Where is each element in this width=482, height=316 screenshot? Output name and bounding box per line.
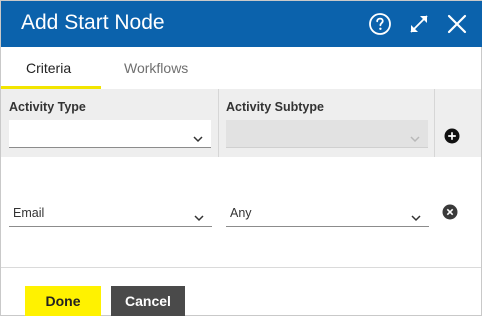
chevron-down-icon [411,209,421,227]
chevron-down-icon [193,130,203,148]
close-icon[interactable] [445,12,469,36]
column-divider [434,89,435,157]
column-divider [218,89,219,157]
dialog-titlebar: Add Start Node [1,1,482,47]
add-row-icon[interactable] [444,128,460,144]
remove-row-icon[interactable] [442,204,458,220]
chevron-down-icon [410,130,420,148]
activity-subtype-select[interactable]: Any [226,199,429,227]
expand-icon[interactable] [407,12,431,36]
new-activity-subtype-select [226,120,428,148]
done-button[interactable]: Done [25,286,101,316]
help-circle-icon[interactable] [368,12,392,36]
add-start-node-dialog: Add Start Node Criteria Workflows Activi… [0,0,482,316]
footer-divider [1,267,481,268]
select-value: Any [230,206,252,220]
tab-bar: Criteria Workflows [1,47,481,90]
chevron-down-icon [194,209,204,227]
new-activity-type-select[interactable] [9,120,211,148]
activity-type-select[interactable]: Email [9,199,212,227]
cancel-button[interactable]: Cancel [111,286,185,316]
criteria-header-row: Activity Type Activity Subtype [1,89,481,157]
column-header-activity-type: Activity Type [9,100,86,114]
dialog-title: Add Start Node [21,11,165,34]
tab-workflows[interactable]: Workflows [124,60,188,76]
select-value: Email [13,206,45,220]
tab-criteria[interactable]: Criteria [26,60,71,76]
column-header-activity-subtype: Activity Subtype [226,100,324,114]
